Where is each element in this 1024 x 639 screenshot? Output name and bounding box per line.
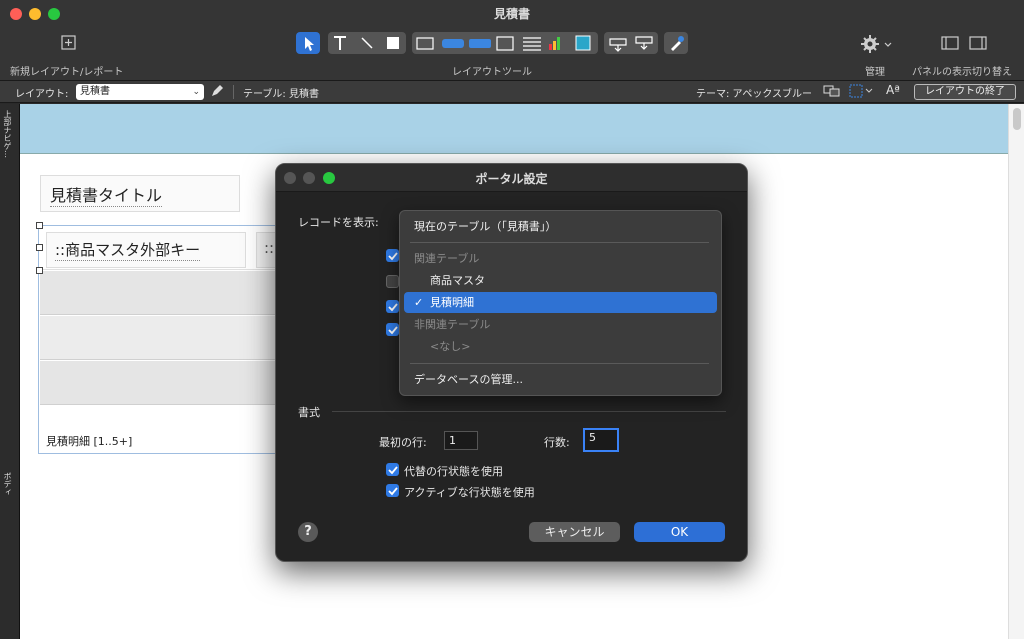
help-button[interactable]: ? <box>298 522 318 542</box>
portal-field-text: ::商品マスタ外部キー <box>55 241 201 261</box>
checkmark-icon: ✓ <box>414 296 424 309</box>
chevron-down-icon: ⌄ <box>192 87 200 97</box>
menu-header-related: 関連テーブル <box>414 252 480 265</box>
section-divider <box>332 411 726 412</box>
menu-item-current-table[interactable]: 現在のテーブル（「見積書」） <box>404 216 717 237</box>
checkbox[interactable] <box>386 300 399 313</box>
right-panel-icon <box>969 36 987 50</box>
gear-icon <box>861 35 892 53</box>
portal-row <box>40 316 276 360</box>
arrow-pointer-icon <box>305 37 314 51</box>
part-tools-group <box>604 32 658 54</box>
exit-layout-button[interactable]: レイアウトの終了 <box>914 84 1016 100</box>
toolbar: 見積書 新規レイアウト/レポート レイアウトツール 管理 パネルの表示切り替え <box>0 0 1024 81</box>
title-field[interactable]: 見積書タイトル <box>40 175 240 212</box>
portal-row: ::商品マスタ外部キー :: <box>40 226 280 270</box>
portal-field[interactable]: ::商品マスタ外部キー <box>46 232 246 268</box>
menu-item-quote-detail-label: 見積明細 <box>430 296 474 309</box>
pencil-icon[interactable] <box>210 84 224 101</box>
drawing-tools-icons <box>334 36 399 50</box>
app-window: 見積書 新規レイアウト/レポート レイアウトツール 管理 パネルの表示切り替え … <box>0 0 1024 639</box>
pointer-tool-button[interactable] <box>296 32 320 54</box>
scroll-thumb[interactable] <box>1013 108 1021 130</box>
toggle-right-panel-button[interactable] <box>968 32 988 54</box>
body-part-label[interactable]: ボディ <box>2 472 13 496</box>
selection-handle[interactable] <box>36 222 43 229</box>
format-painter-button[interactable] <box>664 32 688 54</box>
layout-tools-label: レイアウトツール <box>452 67 532 78</box>
drawing-tools-group <box>328 32 406 54</box>
layout-select-value: 見積書 <box>80 86 110 97</box>
new-layout-button[interactable] <box>58 32 80 54</box>
portal[interactable]: ::商品マスタ外部キー :: 見積明細 [1..5+] <box>38 225 280 454</box>
show-records-label: レコードを表示: <box>298 216 379 229</box>
vertical-scrollbar[interactable] <box>1008 104 1024 639</box>
manage-label: 管理 <box>865 67 885 78</box>
portal-row <box>40 271 276 315</box>
layout-select[interactable]: 見積書 ⌄ <box>76 84 204 100</box>
portal-field-second-text: :: <box>264 239 275 257</box>
header-part[interactable] <box>20 104 1008 154</box>
toggle-left-panel-button[interactable] <box>940 32 960 54</box>
window-title: 見積書 <box>493 7 530 21</box>
layout-bar: レイアウト: 見積書 ⌄ テーブル: 見積書 テーマ: アペックスブルー Aª … <box>0 81 1024 103</box>
selection-handle[interactable] <box>36 267 43 274</box>
arrange-icon[interactable] <box>823 84 841 101</box>
first-row-input[interactable]: 1 <box>444 431 478 450</box>
eyedropper-icon <box>671 36 684 51</box>
header-part-label[interactable]: 上部ナビゲ… <box>2 110 13 158</box>
menu-item-none[interactable]: <なし> <box>404 336 717 357</box>
divider <box>233 85 234 99</box>
format-section-label: 書式 <box>298 406 320 419</box>
checkmark-icon <box>388 252 398 261</box>
layout-label: レイアウト: <box>15 89 69 100</box>
menu-separator <box>410 242 709 243</box>
checkbox[interactable] <box>386 275 399 288</box>
portal-row <box>40 361 276 405</box>
checkmark-icon <box>388 466 398 475</box>
part-label-strip: 上部ナビゲ… ボディ <box>0 104 20 639</box>
ok-button[interactable]: OK <box>634 522 725 542</box>
checkmark-icon <box>388 487 398 496</box>
dialog-title: ポータル設定 <box>475 172 548 186</box>
active-row-label: アクティブな行状態を使用 <box>404 486 535 499</box>
checkbox[interactable] <box>386 323 399 336</box>
manage-button[interactable] <box>858 32 896 54</box>
menu-header-unrelated: 非関連テーブル <box>414 318 491 331</box>
alt-row-label: 代替の行状態を使用 <box>404 465 503 478</box>
theme-label: テーマ: アペックスブルー <box>696 89 813 100</box>
menu-item-product-master[interactable]: 商品マスタ <box>404 270 717 291</box>
selection-handle[interactable] <box>36 244 43 251</box>
menu-separator <box>410 363 709 364</box>
portal-name: 見積明細 [1..5+] <box>46 435 133 448</box>
menu-item-quote-detail[interactable]: ✓ 見積明細 <box>404 292 717 313</box>
new-layout-icon <box>61 35 76 50</box>
part-tools-icons <box>609 36 653 52</box>
panel-toggle-label: パネルの表示切り替え <box>912 67 1012 78</box>
table-label: テーブル: 見積書 <box>243 89 319 100</box>
new-layout-label: 新規レイアウト/レポート <box>10 67 124 78</box>
field-tools-icons <box>416 35 591 51</box>
checkmark-icon <box>388 326 398 335</box>
dialog-titlebar: ポータル設定 <box>276 164 747 192</box>
font-size-icon[interactable]: Aª <box>886 83 900 97</box>
table-popup-menu: 現在のテーブル（「見積書」） 関連テーブル 商品マスタ ✓ 見積明細 非関連テー… <box>399 210 722 396</box>
title-field-text: 見積書タイトル <box>50 182 163 207</box>
first-row-label: 最初の行: <box>379 436 427 449</box>
rows-label: 行数: <box>544 436 570 449</box>
cancel-button[interactable]: キャンセル <box>529 522 620 542</box>
grid-icon[interactable] <box>849 84 875 101</box>
menu-item-manage-database[interactable]: データベースの管理... <box>404 369 717 390</box>
checkmark-icon <box>388 303 398 312</box>
rows-input[interactable]: 5 <box>583 428 619 452</box>
left-panel-icon <box>941 36 959 50</box>
field-tools-group <box>412 32 598 54</box>
active-row-checkbox[interactable] <box>386 484 399 497</box>
alt-row-checkbox[interactable] <box>386 463 399 476</box>
checkbox[interactable] <box>386 249 399 262</box>
